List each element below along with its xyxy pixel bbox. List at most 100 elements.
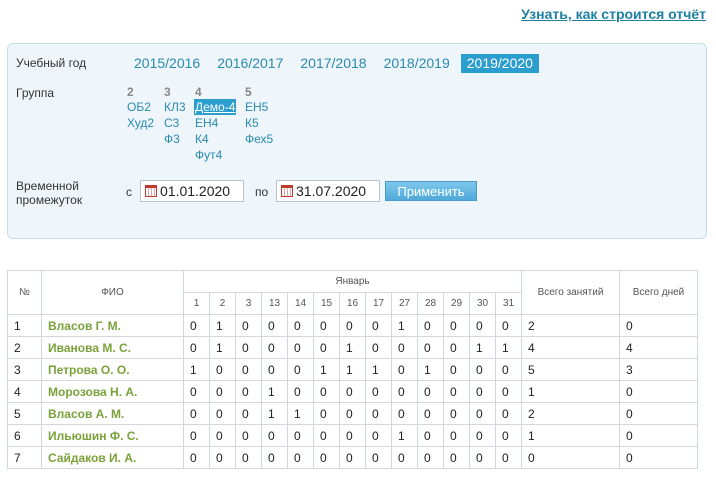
attendance-table: № ФИО Январь Всего занятий Всего дней 12… [7, 270, 698, 469]
period-label-line-1: Временной [16, 179, 79, 193]
student-name[interactable]: Власов Г. М. [41, 314, 184, 337]
year-label: Учебный год [16, 56, 87, 70]
group-option[interactable]: КЛ3 [163, 99, 187, 115]
attendance-mark: 0 [469, 446, 496, 469]
day-header: 3 [235, 292, 262, 315]
table-row: 7 Сайдаков И. А. 0 0 0 0 0 0 0 0 0 0 0 0 0 0 0 [7, 446, 698, 469]
row-number: 6 [7, 424, 42, 447]
day-header: 28 [417, 292, 444, 315]
student-name[interactable]: Петрова О. О. [41, 358, 184, 381]
group-option[interactable]: ЕН5 [244, 99, 269, 115]
attendance-mark: 0 [417, 446, 444, 469]
year-option[interactable]: 2018/2019 [378, 54, 456, 73]
attendance-mark: 0 [209, 446, 236, 469]
attendance-mark: 0 [313, 424, 340, 447]
attendance-mark: 0 [365, 446, 392, 469]
group-option[interactable]: Фех5 [244, 131, 274, 147]
attendance-mark: 0 [287, 380, 314, 403]
attendance-mark: 0 [495, 402, 522, 425]
apply-button[interactable]: Применить [385, 181, 477, 201]
year-option[interactable]: 2016/2017 [211, 54, 289, 73]
attendance-mark: 0 [443, 336, 470, 359]
to-date-field[interactable]: 31.07.2020 [276, 180, 380, 202]
attendance-mark: 0 [339, 446, 366, 469]
day-header: 27 [391, 292, 418, 315]
student-name[interactable]: Сайдаков И. А. [41, 446, 184, 469]
attendance-mark: 0 [261, 446, 288, 469]
group-option[interactable]: Худ2 [126, 115, 155, 131]
row-number: 7 [7, 446, 42, 469]
group-option[interactable]: С3 [163, 115, 180, 131]
group-grade-header: 2 [127, 85, 134, 99]
attendance-mark: 0 [261, 424, 288, 447]
attendance-mark: 0 [365, 380, 392, 403]
student-name[interactable]: Иванова М. С. [41, 336, 184, 359]
attendance-mark: 1 [365, 358, 392, 381]
from-label: с [126, 185, 132, 199]
attendance-mark: 0 [313, 402, 340, 425]
group-option[interactable]: ОБ2 [126, 99, 152, 115]
group-option[interactable]: К5 [244, 115, 260, 131]
total-lessons: 1 [521, 424, 620, 447]
attendance-mark: 0 [209, 358, 236, 381]
group-grade-header: 4 [195, 85, 202, 99]
attendance-mark: 1 [469, 336, 496, 359]
attendance-mark: 0 [365, 314, 392, 337]
report-help-link[interactable]: Узнать, как строится отчёт [521, 6, 706, 22]
calendar-icon[interactable] [281, 185, 293, 197]
total-days: 0 [619, 424, 698, 447]
year-option[interactable]: 2019/2020 [460, 54, 539, 73]
student-name[interactable]: Власов А. М. [41, 402, 184, 425]
attendance-mark: 0 [469, 358, 496, 381]
day-header: 14 [287, 292, 314, 315]
day-header: 31 [495, 292, 522, 315]
group-option[interactable]: Фут4 [194, 147, 223, 163]
row-number: 5 [7, 402, 42, 425]
attendance-mark: 0 [495, 380, 522, 403]
year-option[interactable]: 2017/2018 [294, 54, 372, 73]
attendance-mark: 0 [417, 380, 444, 403]
col-name-header: ФИО [41, 270, 184, 315]
attendance-mark: 0 [287, 358, 314, 381]
attendance-mark: 0 [235, 358, 262, 381]
attendance-mark: 0 [417, 314, 444, 337]
row-number: 3 [7, 358, 42, 381]
attendance-mark: 0 [287, 314, 314, 337]
period-label-line-2: промежуток [16, 193, 83, 207]
attendance-mark: 1 [339, 358, 366, 381]
total-lessons: 4 [521, 336, 620, 359]
group-option[interactable]: Демо-4 [194, 99, 237, 115]
attendance-mark: 0 [287, 424, 314, 447]
attendance-mark: 0 [391, 402, 418, 425]
attendance-mark: 0 [209, 402, 236, 425]
attendance-mark: 0 [365, 336, 392, 359]
total-lessons: 2 [521, 314, 620, 337]
group-option[interactable]: К4 [194, 131, 210, 147]
calendar-icon[interactable] [145, 185, 157, 197]
attendance-mark: 0 [495, 446, 522, 469]
attendance-mark: 0 [469, 402, 496, 425]
group-option[interactable]: Ф3 [163, 131, 181, 147]
group-option[interactable]: ЕН4 [194, 115, 219, 131]
from-date-field[interactable]: 01.01.2020 [140, 180, 244, 202]
student-name[interactable]: Морозова Н. А. [41, 380, 184, 403]
attendance-mark: 0 [209, 380, 236, 403]
col-total-days-header: Всего дней [619, 270, 698, 315]
attendance-mark: 0 [183, 336, 210, 359]
student-name[interactable]: Ильюшин Ф. С. [41, 424, 184, 447]
day-header: 2 [209, 292, 236, 315]
total-days: 4 [619, 336, 698, 359]
year-option[interactable]: 2015/2016 [128, 54, 206, 73]
from-date-value: 01.01.2020 [160, 183, 231, 199]
total-lessons: 1 [521, 380, 620, 403]
row-number: 2 [7, 336, 42, 359]
day-header: 30 [469, 292, 496, 315]
attendance-mark: 0 [261, 358, 288, 381]
attendance-mark: 0 [417, 336, 444, 359]
attendance-mark: 0 [235, 336, 262, 359]
day-header: 16 [339, 292, 366, 315]
total-days: 3 [619, 358, 698, 381]
attendance-mark: 0 [469, 380, 496, 403]
attendance-mark: 0 [339, 424, 366, 447]
attendance-mark: 0 [391, 446, 418, 469]
